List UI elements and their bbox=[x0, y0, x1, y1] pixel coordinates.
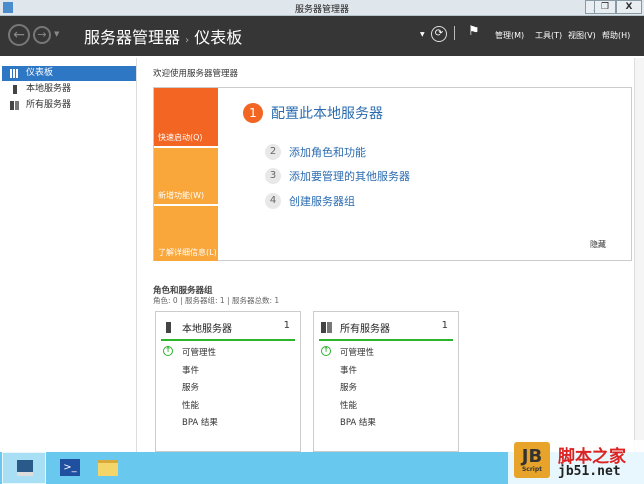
tile-row-services[interactable]: 服务 bbox=[182, 381, 199, 393]
groups-summary: 角色: 0 | 服务器组: 1 | 服务器总数: 1 bbox=[153, 296, 280, 305]
dropdown-icon[interactable]: ▼ bbox=[420, 31, 425, 38]
sidebar-item-all-servers[interactable]: 所有服务器 bbox=[2, 98, 136, 113]
sidebar-item-label: 仪表板 bbox=[26, 68, 54, 78]
tile-row-performance[interactable]: 性能 bbox=[182, 399, 199, 411]
step-add-servers[interactable]: 3 添加要管理的其他服务器 bbox=[265, 168, 410, 184]
tab-quick-start[interactable]: 快速启动(Q) bbox=[154, 88, 218, 146]
tab-label: 了解详细信息(L) bbox=[158, 248, 217, 257]
tile-all-servers[interactable]: 所有服务器 1 ↑ 可管理性 事件 服务 性能 BPA 结果 bbox=[313, 311, 459, 452]
step-create-group[interactable]: 4 创建服务器组 bbox=[265, 193, 355, 209]
step-number: 3 bbox=[265, 168, 281, 184]
step-add-roles[interactable]: 2 添加角色和功能 bbox=[265, 144, 366, 160]
tile-row-bpa[interactable]: BPA 结果 bbox=[182, 416, 218, 428]
taskbar-server-manager[interactable] bbox=[2, 452, 46, 484]
tile-count: 1 bbox=[441, 320, 448, 331]
step-number: 2 bbox=[265, 144, 281, 160]
welcome-heading: 欢迎使用服务器管理器 bbox=[153, 69, 239, 79]
menu-view[interactable]: 视图(V) bbox=[568, 30, 596, 41]
breadcrumb-page: 仪表板 bbox=[194, 28, 243, 47]
file-explorer-icon[interactable] bbox=[98, 460, 118, 476]
ok-arrow-icon: ↑ bbox=[163, 346, 173, 356]
back-button[interactable]: ← bbox=[8, 24, 30, 46]
tab-label: 快速启动(Q) bbox=[158, 133, 203, 142]
watermark-url: jb51.net bbox=[558, 464, 621, 479]
tile-title[interactable]: 所有服务器 bbox=[340, 320, 390, 335]
step-label: 添加角色和功能 bbox=[289, 146, 366, 159]
tile-local-server[interactable]: 本地服务器 1 ↑ 可管理性 事件 服务 性能 BPA 结果 bbox=[155, 311, 301, 452]
servers-icon bbox=[321, 322, 332, 333]
step-label: 创建服务器组 bbox=[289, 195, 355, 208]
tile-row-manageability[interactable]: 可管理性 bbox=[182, 346, 216, 358]
close-button[interactable]: X bbox=[616, 0, 642, 14]
sidebar-item-label: 所有服务器 bbox=[26, 100, 72, 110]
header: ← → ▼ 服务器管理器 › 仪表板 ▼ ⟳ ⚑ 管理(M) 工具(T) 视图(… bbox=[0, 16, 644, 56]
menu-manage[interactable]: 管理(M) bbox=[495, 30, 524, 41]
powershell-icon[interactable]: >_ bbox=[60, 459, 80, 476]
tile-row-performance[interactable]: 性能 bbox=[340, 399, 357, 411]
step-configure-local-server[interactable]: 1 配置此本地服务器 bbox=[243, 103, 383, 123]
step-label: 配置此本地服务器 bbox=[271, 106, 383, 122]
divider bbox=[454, 26, 455, 40]
breadcrumb-separator: › bbox=[185, 35, 190, 46]
tab-whats-new[interactable]: 新增功能(W) bbox=[154, 148, 218, 204]
ok-arrow-icon: ↑ bbox=[321, 346, 331, 356]
history-dropdown-icon[interactable]: ▼ bbox=[54, 30, 59, 38]
server-icon bbox=[166, 322, 171, 333]
watermark-logo: JB Script bbox=[514, 442, 550, 478]
quick-start-panel: 快速启动(Q) 新增功能(W) 了解详细信息(L) 1 配置此本地服务器 2 添… bbox=[153, 87, 632, 261]
forward-button[interactable]: → bbox=[33, 26, 51, 44]
tile-count: 1 bbox=[283, 320, 290, 331]
menu-tools[interactable]: 工具(T) bbox=[535, 30, 562, 41]
maximize-button[interactable]: ❐ bbox=[594, 0, 616, 14]
server-icon bbox=[13, 85, 17, 94]
dashboard-icon bbox=[10, 69, 19, 78]
step-number: 1 bbox=[243, 103, 263, 123]
refresh-icon[interactable]: ⟳ bbox=[431, 26, 447, 42]
sidebar-item-dashboard[interactable]: 仪表板 bbox=[2, 66, 136, 81]
window-title: 服务器管理器 bbox=[294, 5, 349, 15]
step-number: 4 bbox=[265, 193, 281, 209]
tab-learn-more[interactable]: 了解详细信息(L) bbox=[154, 206, 218, 261]
tab-label: 新增功能(W) bbox=[158, 191, 205, 200]
sidebar: 仪表板 本地服务器 所有服务器 bbox=[0, 58, 137, 452]
servers-icon bbox=[10, 101, 19, 110]
tile-title[interactable]: 本地服务器 bbox=[182, 320, 232, 335]
tile-row-events[interactable]: 事件 bbox=[182, 364, 199, 376]
watermark: JB Script 脚本之家 jb51.net bbox=[508, 440, 644, 484]
scrollbar[interactable] bbox=[634, 58, 644, 452]
server-manager-icon bbox=[17, 460, 33, 476]
breadcrumb: 服务器管理器 › 仪表板 bbox=[84, 24, 242, 48]
menu-help[interactable]: 帮助(H) bbox=[602, 30, 630, 41]
breadcrumb-app[interactable]: 服务器管理器 bbox=[84, 28, 180, 47]
notifications-flag-icon[interactable]: ⚑ bbox=[468, 24, 480, 39]
sidebar-item-label: 本地服务器 bbox=[26, 84, 72, 94]
tile-row-bpa[interactable]: BPA 结果 bbox=[340, 416, 376, 428]
title-bar: 服务器管理器 _ ❐ X bbox=[0, 0, 644, 16]
tile-row-services[interactable]: 服务 bbox=[340, 381, 357, 393]
step-label: 添加要管理的其他服务器 bbox=[289, 170, 410, 183]
status-bar bbox=[319, 339, 453, 341]
tile-row-manageability[interactable]: 可管理性 bbox=[340, 346, 374, 358]
hide-link[interactable]: 隐藏 bbox=[590, 239, 606, 250]
sidebar-item-local-server[interactable]: 本地服务器 bbox=[2, 82, 136, 97]
tile-row-events[interactable]: 事件 bbox=[340, 364, 357, 376]
status-bar bbox=[161, 339, 295, 341]
